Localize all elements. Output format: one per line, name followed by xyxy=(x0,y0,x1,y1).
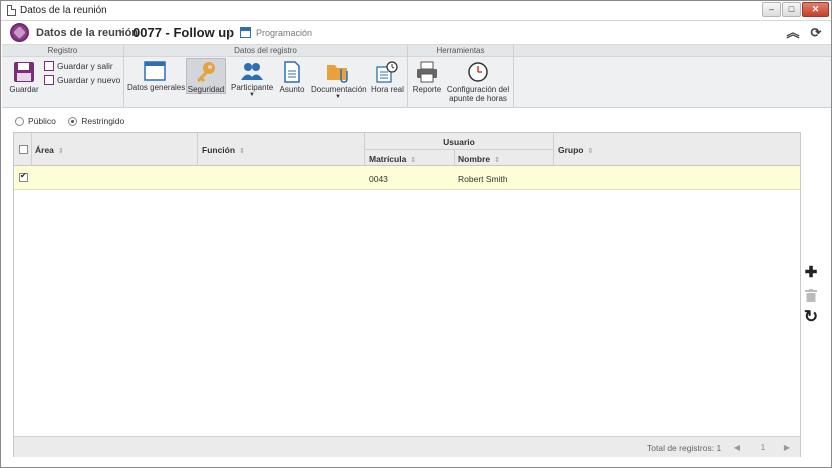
select-all-checkbox[interactable] xyxy=(19,145,28,154)
save-exit-button[interactable]: Guardar y salir xyxy=(44,61,113,71)
chevron-down-icon: ▼ xyxy=(335,94,341,100)
calendar-icon[interactable] xyxy=(240,27,251,38)
window-title: Datos de la reunión xyxy=(20,5,107,16)
radio-button-selected[interactable] xyxy=(68,117,78,126)
printer-icon xyxy=(417,61,437,83)
column-group-usuario: Usuario xyxy=(443,137,475,147)
record-title: 0077 - Follow up xyxy=(133,25,235,40)
save-exit-icon xyxy=(44,61,54,71)
plus-icon[interactable]: ✚ xyxy=(802,264,820,282)
ribbon-group-datos: Datos del registro xyxy=(124,45,407,57)
table-row[interactable]: 0043 Robert Smith xyxy=(14,166,800,190)
time-entry-config-button[interactable]: Configuración del apunte de horas xyxy=(446,61,510,103)
security-grid: Área ⇕ Función ⇕ Usuario Matrícula ⇕ Nombre… xyxy=(13,132,801,457)
access-type-radio-group: Público Restringido xyxy=(15,116,134,126)
real-time-button[interactable]: Hora real xyxy=(371,61,404,94)
double-chevron-up-icon[interactable]: ︽ xyxy=(785,25,801,41)
clock-list-icon xyxy=(376,61,398,83)
refresh-icon[interactable]: ⟳ xyxy=(808,25,824,41)
config-label-2: apunte de horas xyxy=(449,94,507,103)
real-time-label: Hora real xyxy=(371,85,404,94)
sort-icon: ⇕ xyxy=(494,157,500,164)
save-button[interactable]: Guardar xyxy=(8,61,40,94)
documentation-button[interactable]: Documentación ▼ xyxy=(311,61,367,100)
security-label: Seguridad xyxy=(187,85,225,94)
window-icon xyxy=(144,61,166,81)
refresh-icon[interactable]: ↻ xyxy=(802,308,820,326)
row-checkbox[interactable] xyxy=(19,171,28,182)
grid-footer: Total de registros: 1 ◀ 1 ▶ xyxy=(14,436,800,457)
header: Datos de la reunión › 0077 - Follow up P… xyxy=(2,22,831,44)
document-icon xyxy=(7,5,16,16)
key-icon xyxy=(197,62,215,82)
cell-matricula: 0043 xyxy=(369,174,388,184)
column-header-matricula[interactable]: Matrícula ⇕ xyxy=(369,154,416,164)
trash-icon[interactable] xyxy=(802,286,820,304)
sort-icon: ⇕ xyxy=(239,148,245,155)
radio-publico[interactable]: Público xyxy=(15,116,56,126)
column-header-grupo[interactable]: Grupo ⇕ xyxy=(558,145,593,155)
security-button[interactable]: Seguridad xyxy=(186,58,226,94)
floppy-disk-icon xyxy=(14,62,34,82)
general-data-button[interactable]: Datos generales xyxy=(127,61,186,92)
config-label-1: Configuración del xyxy=(446,85,510,94)
clock-icon xyxy=(468,62,488,82)
column-nombre-label: Nombre xyxy=(458,154,491,164)
ribbon-group-registro: Registro xyxy=(2,45,123,57)
save-new-label: Guardar y nuevo xyxy=(57,75,121,85)
radio-button[interactable] xyxy=(15,117,24,126)
save-new-button[interactable]: Guardar y nuevo xyxy=(44,75,120,85)
next-page-button[interactable]: ▶ xyxy=(775,441,799,454)
participant-label: Participante xyxy=(231,83,274,92)
title-bar: Datos de la reunión – □ ✕ xyxy=(1,1,831,21)
general-data-label: Datos generales xyxy=(127,83,186,92)
documentation-label: Documentación xyxy=(311,85,367,94)
column-matricula-label: Matrícula xyxy=(369,154,407,164)
document-icon xyxy=(284,61,300,83)
page-number: 1 xyxy=(760,443,766,452)
column-area-label: Área xyxy=(35,145,54,155)
column-header-area[interactable]: Área ⇕ xyxy=(35,145,64,155)
breadcrumb-separator: › xyxy=(119,26,123,38)
module-logo-icon xyxy=(10,23,29,42)
app-window: Datos de la reunión – □ ✕ Datos de la re… xyxy=(0,0,832,468)
header-divider xyxy=(229,28,230,38)
report-label: Reporte xyxy=(412,85,442,94)
column-header-nombre[interactable]: Nombre ⇕ xyxy=(458,154,500,164)
maximize-button[interactable]: □ xyxy=(782,2,801,17)
prev-page-button[interactable]: ◀ xyxy=(725,441,749,454)
minimize-button[interactable]: – xyxy=(762,2,781,17)
cell-nombre: Robert Smith xyxy=(458,174,508,184)
header-group-divider xyxy=(365,149,553,150)
report-button[interactable]: Reporte xyxy=(412,61,442,94)
sort-icon: ⇕ xyxy=(410,157,417,164)
sort-icon: ⇕ xyxy=(587,148,594,155)
participant-button[interactable]: Participante ▼ xyxy=(231,61,273,98)
folder-attachment-icon xyxy=(327,65,348,83)
sort-icon: ⇕ xyxy=(57,148,64,155)
radio-restringido[interactable]: Restringido xyxy=(68,116,124,126)
column-grupo-label: Grupo xyxy=(558,145,584,155)
total-records: Total de registros: 1 xyxy=(647,443,722,453)
chevron-down-icon: ▼ xyxy=(249,92,255,98)
save-new-icon xyxy=(44,75,54,85)
close-button[interactable]: ✕ xyxy=(802,2,829,17)
subject-button[interactable]: Asunto xyxy=(279,61,305,94)
save-label: Guardar xyxy=(9,85,39,94)
ribbon-toolbar: Registro Datos del registro Herramientas… xyxy=(2,44,831,108)
ribbon-group-empty xyxy=(514,45,831,57)
column-funcion-label: Función xyxy=(202,145,236,155)
programacion-link[interactable]: Programación xyxy=(256,28,312,38)
radio-label-restringido: Restringido xyxy=(81,116,125,126)
users-icon xyxy=(241,63,263,80)
save-exit-label: Guardar y salir xyxy=(57,61,113,71)
ribbon-group-herramientas: Herramientas xyxy=(408,45,513,57)
column-header-funcion[interactable]: Función ⇕ xyxy=(202,145,245,155)
subject-label: Asunto xyxy=(279,85,305,94)
radio-label-publico: Público xyxy=(28,116,56,126)
